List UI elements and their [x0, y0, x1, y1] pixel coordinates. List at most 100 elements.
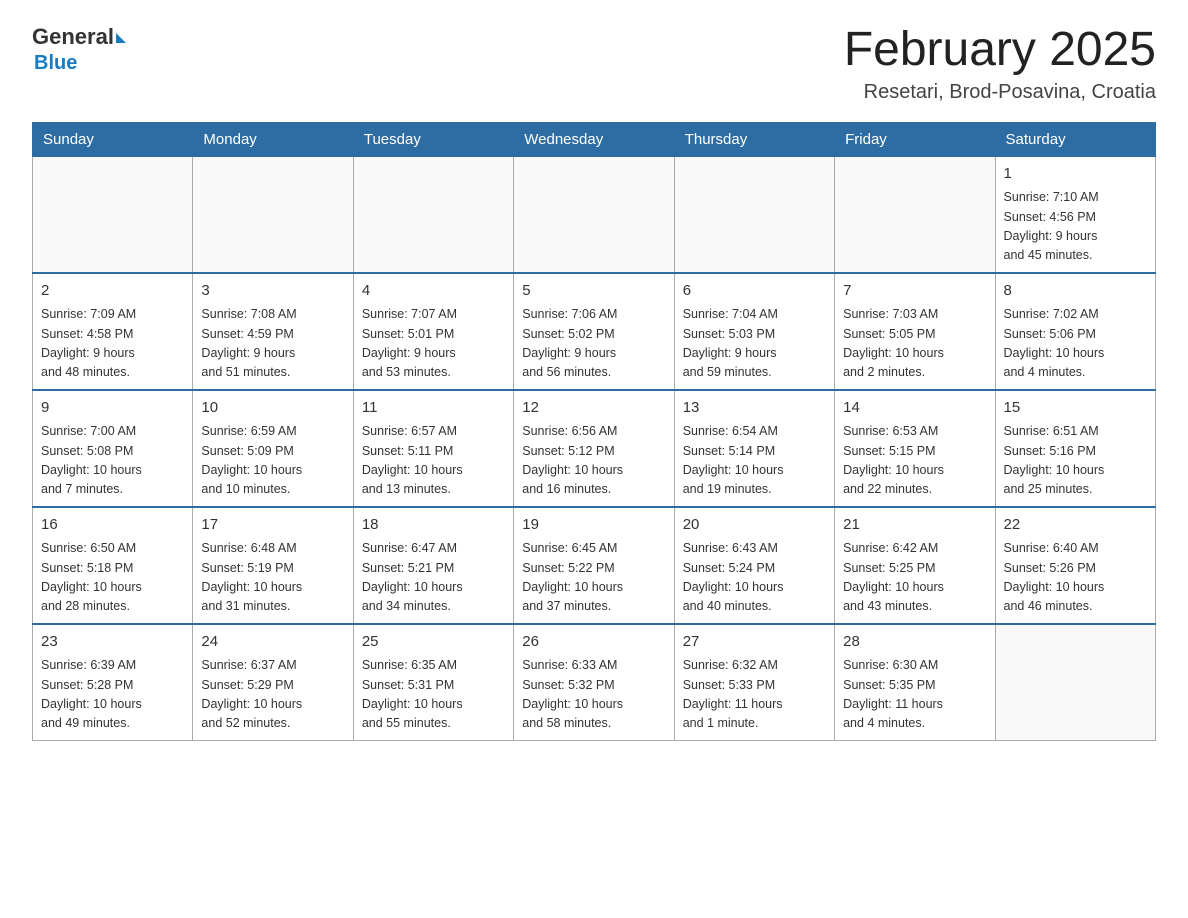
day-number: 7 — [843, 280, 986, 303]
calendar-cell — [995, 624, 1155, 741]
calendar-cell: 17Sunrise: 6:48 AM Sunset: 5:19 PM Dayli… — [193, 507, 353, 624]
calendar-cell: 27Sunrise: 6:32 AM Sunset: 5:33 PM Dayli… — [674, 624, 834, 741]
day-info: Sunrise: 7:04 AM Sunset: 5:03 PM Dayligh… — [683, 305, 826, 383]
day-number: 25 — [362, 631, 505, 654]
logo: General Blue — [32, 24, 126, 75]
weekday-header-row: SundayMondayTuesdayWednesdayThursdayFrid… — [33, 122, 1156, 156]
day-info: Sunrise: 6:48 AM Sunset: 5:19 PM Dayligh… — [201, 539, 344, 617]
calendar-week-row: 23Sunrise: 6:39 AM Sunset: 5:28 PM Dayli… — [33, 624, 1156, 741]
calendar-cell: 10Sunrise: 6:59 AM Sunset: 5:09 PM Dayli… — [193, 390, 353, 507]
day-info: Sunrise: 6:35 AM Sunset: 5:31 PM Dayligh… — [362, 656, 505, 734]
calendar-week-row: 1Sunrise: 7:10 AM Sunset: 4:56 PM Daylig… — [33, 156, 1156, 273]
day-info: Sunrise: 6:53 AM Sunset: 5:15 PM Dayligh… — [843, 422, 986, 500]
day-number: 9 — [41, 397, 184, 420]
weekday-header-monday: Monday — [193, 122, 353, 156]
day-info: Sunrise: 7:00 AM Sunset: 5:08 PM Dayligh… — [41, 422, 184, 500]
calendar-cell: 11Sunrise: 6:57 AM Sunset: 5:11 PM Dayli… — [353, 390, 513, 507]
day-number: 21 — [843, 514, 986, 537]
day-number: 5 — [522, 280, 665, 303]
day-info: Sunrise: 7:08 AM Sunset: 4:59 PM Dayligh… — [201, 305, 344, 383]
calendar-cell — [33, 156, 193, 273]
calendar-cell: 13Sunrise: 6:54 AM Sunset: 5:14 PM Dayli… — [674, 390, 834, 507]
calendar-cell: 24Sunrise: 6:37 AM Sunset: 5:29 PM Dayli… — [193, 624, 353, 741]
calendar-cell: 5Sunrise: 7:06 AM Sunset: 5:02 PM Daylig… — [514, 273, 674, 390]
day-info: Sunrise: 6:30 AM Sunset: 5:35 PM Dayligh… — [843, 656, 986, 734]
day-number: 19 — [522, 514, 665, 537]
day-info: Sunrise: 6:47 AM Sunset: 5:21 PM Dayligh… — [362, 539, 505, 617]
day-number: 15 — [1004, 397, 1147, 420]
calendar-table: SundayMondayTuesdayWednesdayThursdayFrid… — [32, 122, 1156, 741]
day-number: 17 — [201, 514, 344, 537]
calendar-cell: 14Sunrise: 6:53 AM Sunset: 5:15 PM Dayli… — [835, 390, 995, 507]
day-info: Sunrise: 7:09 AM Sunset: 4:58 PM Dayligh… — [41, 305, 184, 383]
day-info: Sunrise: 7:03 AM Sunset: 5:05 PM Dayligh… — [843, 305, 986, 383]
calendar-cell: 12Sunrise: 6:56 AM Sunset: 5:12 PM Dayli… — [514, 390, 674, 507]
day-number: 23 — [41, 631, 184, 654]
day-info: Sunrise: 6:59 AM Sunset: 5:09 PM Dayligh… — [201, 422, 344, 500]
calendar-cell — [193, 156, 353, 273]
calendar-cell: 26Sunrise: 6:33 AM Sunset: 5:32 PM Dayli… — [514, 624, 674, 741]
day-number: 20 — [683, 514, 826, 537]
day-info: Sunrise: 6:45 AM Sunset: 5:22 PM Dayligh… — [522, 539, 665, 617]
title-area: February 2025 Resetari, Brod-Posavina, C… — [844, 24, 1156, 104]
calendar-cell: 22Sunrise: 6:40 AM Sunset: 5:26 PM Dayli… — [995, 507, 1155, 624]
day-number: 10 — [201, 397, 344, 420]
day-info: Sunrise: 6:37 AM Sunset: 5:29 PM Dayligh… — [201, 656, 344, 734]
calendar-cell: 21Sunrise: 6:42 AM Sunset: 5:25 PM Dayli… — [835, 507, 995, 624]
day-info: Sunrise: 6:57 AM Sunset: 5:11 PM Dayligh… — [362, 422, 505, 500]
location: Resetari, Brod-Posavina, Croatia — [844, 81, 1156, 104]
day-number: 27 — [683, 631, 826, 654]
weekday-header-tuesday: Tuesday — [353, 122, 513, 156]
logo-blue: Blue — [34, 52, 77, 75]
calendar-cell — [353, 156, 513, 273]
day-number: 12 — [522, 397, 665, 420]
weekday-header-thursday: Thursday — [674, 122, 834, 156]
logo-general: General — [32, 24, 114, 50]
day-info: Sunrise: 6:32 AM Sunset: 5:33 PM Dayligh… — [683, 656, 826, 734]
calendar-week-row: 16Sunrise: 6:50 AM Sunset: 5:18 PM Dayli… — [33, 507, 1156, 624]
day-number: 3 — [201, 280, 344, 303]
logo-text: General — [32, 24, 126, 50]
day-number: 1 — [1004, 163, 1147, 186]
calendar-cell: 28Sunrise: 6:30 AM Sunset: 5:35 PM Dayli… — [835, 624, 995, 741]
day-number: 24 — [201, 631, 344, 654]
calendar-cell — [514, 156, 674, 273]
weekday-header-friday: Friday — [835, 122, 995, 156]
day-number: 14 — [843, 397, 986, 420]
day-number: 4 — [362, 280, 505, 303]
day-info: Sunrise: 6:33 AM Sunset: 5:32 PM Dayligh… — [522, 656, 665, 734]
calendar-week-row: 2Sunrise: 7:09 AM Sunset: 4:58 PM Daylig… — [33, 273, 1156, 390]
day-number: 18 — [362, 514, 505, 537]
weekday-header-wednesday: Wednesday — [514, 122, 674, 156]
calendar-cell — [674, 156, 834, 273]
month-title: February 2025 — [844, 24, 1156, 77]
day-info: Sunrise: 6:54 AM Sunset: 5:14 PM Dayligh… — [683, 422, 826, 500]
day-number: 2 — [41, 280, 184, 303]
day-info: Sunrise: 7:06 AM Sunset: 5:02 PM Dayligh… — [522, 305, 665, 383]
calendar-cell: 8Sunrise: 7:02 AM Sunset: 5:06 PM Daylig… — [995, 273, 1155, 390]
day-info: Sunrise: 6:42 AM Sunset: 5:25 PM Dayligh… — [843, 539, 986, 617]
day-info: Sunrise: 7:02 AM Sunset: 5:06 PM Dayligh… — [1004, 305, 1147, 383]
day-number: 11 — [362, 397, 505, 420]
day-info: Sunrise: 6:50 AM Sunset: 5:18 PM Dayligh… — [41, 539, 184, 617]
calendar-cell: 16Sunrise: 6:50 AM Sunset: 5:18 PM Dayli… — [33, 507, 193, 624]
calendar-cell: 3Sunrise: 7:08 AM Sunset: 4:59 PM Daylig… — [193, 273, 353, 390]
day-info: Sunrise: 7:07 AM Sunset: 5:01 PM Dayligh… — [362, 305, 505, 383]
logo-arrow-icon — [116, 33, 126, 43]
day-info: Sunrise: 6:43 AM Sunset: 5:24 PM Dayligh… — [683, 539, 826, 617]
day-number: 16 — [41, 514, 184, 537]
calendar-cell: 4Sunrise: 7:07 AM Sunset: 5:01 PM Daylig… — [353, 273, 513, 390]
day-number: 8 — [1004, 280, 1147, 303]
day-info: Sunrise: 7:10 AM Sunset: 4:56 PM Dayligh… — [1004, 188, 1147, 266]
weekday-header-saturday: Saturday — [995, 122, 1155, 156]
calendar-cell: 9Sunrise: 7:00 AM Sunset: 5:08 PM Daylig… — [33, 390, 193, 507]
calendar-cell: 18Sunrise: 6:47 AM Sunset: 5:21 PM Dayli… — [353, 507, 513, 624]
calendar-cell: 19Sunrise: 6:45 AM Sunset: 5:22 PM Dayli… — [514, 507, 674, 624]
calendar-cell: 20Sunrise: 6:43 AM Sunset: 5:24 PM Dayli… — [674, 507, 834, 624]
day-info: Sunrise: 6:39 AM Sunset: 5:28 PM Dayligh… — [41, 656, 184, 734]
day-info: Sunrise: 6:51 AM Sunset: 5:16 PM Dayligh… — [1004, 422, 1147, 500]
calendar-cell: 1Sunrise: 7:10 AM Sunset: 4:56 PM Daylig… — [995, 156, 1155, 273]
day-number: 13 — [683, 397, 826, 420]
day-info: Sunrise: 6:40 AM Sunset: 5:26 PM Dayligh… — [1004, 539, 1147, 617]
calendar-cell — [835, 156, 995, 273]
